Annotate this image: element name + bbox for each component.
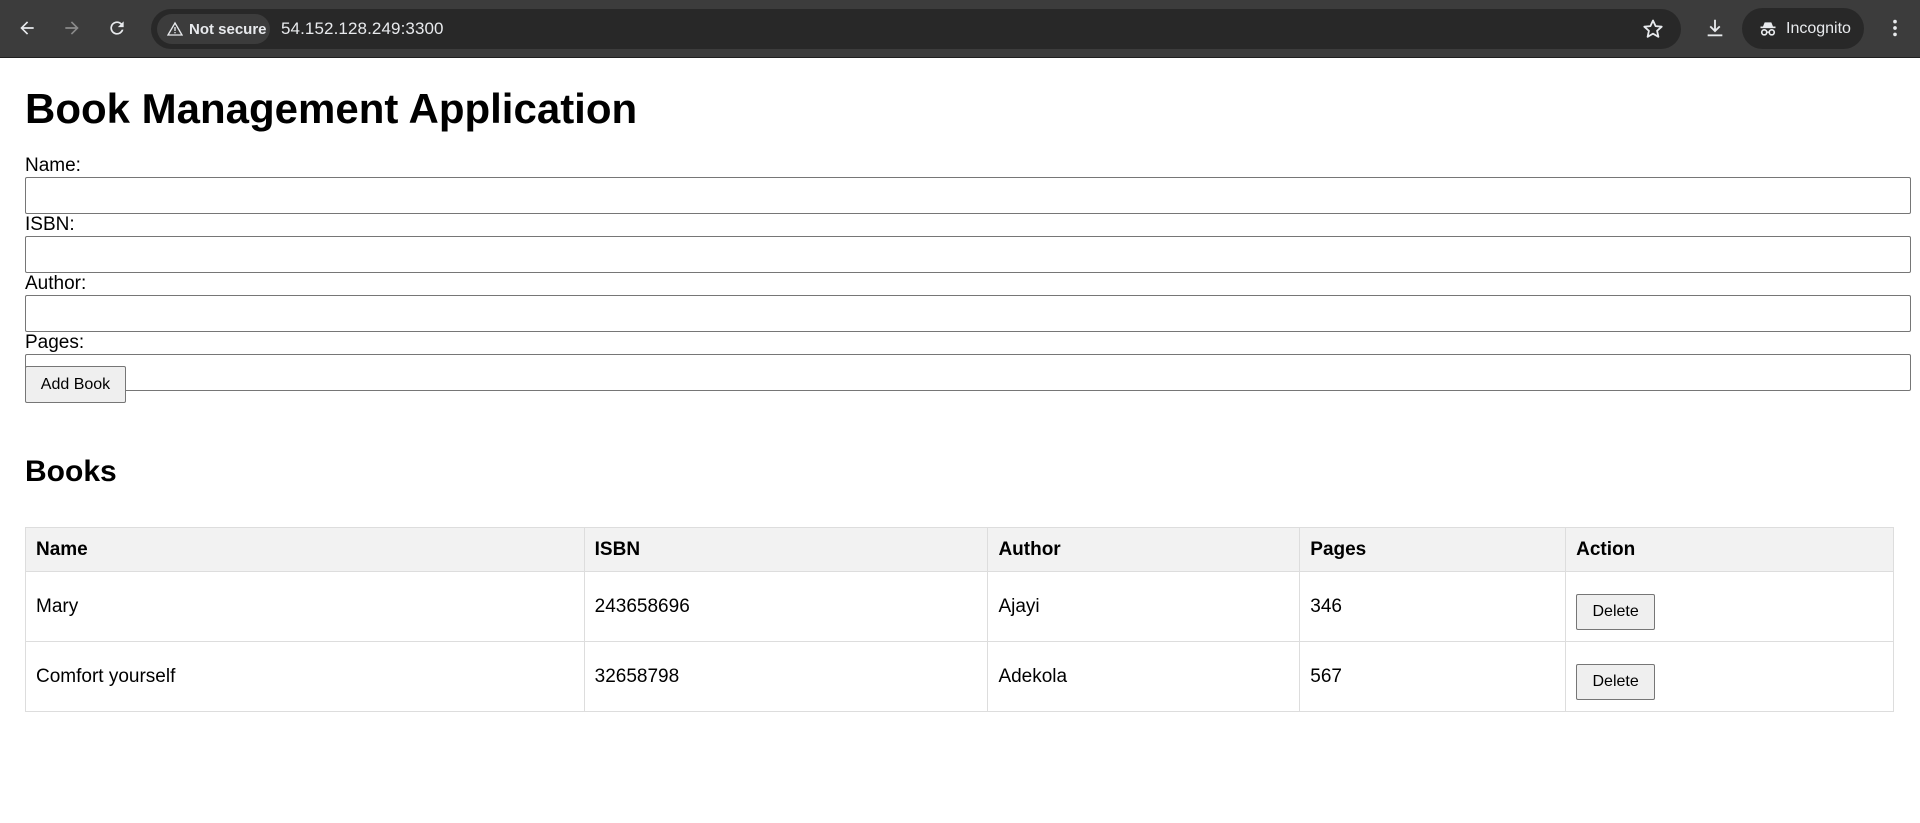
delete-button[interactable]: Delete <box>1576 663 1656 700</box>
incognito-indicator[interactable]: Incognito <box>1742 8 1864 49</box>
reload-icon <box>110 21 124 35</box>
name-label: Name: <box>25 155 81 176</box>
book-action-cell: Delete <box>1565 641 1894 712</box>
column-header-name: Name <box>25 527 585 572</box>
downloads-button[interactable] <box>1700 13 1730 43</box>
browser-toolbar: Not secure 54.152.128.249:3300 Incognito <box>0 0 1920 58</box>
url-text[interactable]: 54.152.128.249:3300 <box>281 19 444 39</box>
book-author-cell: Adekola <box>987 641 1301 712</box>
pages-field-group: Pages: <box>25 332 1911 391</box>
page-title: Book Management Application <box>25 85 638 132</box>
author-field-group: Author: <box>25 273 1911 332</box>
more-vertical-icon <box>1893 19 1897 37</box>
forward-button[interactable] <box>57 13 87 43</box>
book-name-cell: Mary <box>25 571 585 642</box>
isbn-label: ISBN: <box>25 214 75 235</box>
incognito-icon <box>1760 21 1776 36</box>
pages-input[interactable] <box>25 354 1911 391</box>
book-isbn-cell: 32658798 <box>583 641 989 712</box>
security-indicator[interactable]: Not secure <box>157 14 270 44</box>
warning-icon <box>167 21 183 36</box>
download-icon <box>1707 19 1723 37</box>
address-bar[interactable]: Not secure 54.152.128.249:3300 <box>151 9 1681 49</box>
name-input[interactable] <box>25 177 1911 214</box>
add-book-form: Name: ISBN: Author: Pages: <box>25 155 1911 391</box>
pages-label: Pages: <box>25 332 85 353</box>
add-book-button[interactable]: Add Book <box>25 366 126 403</box>
back-button[interactable] <box>12 13 42 43</box>
star-icon <box>1643 19 1663 38</box>
column-header-pages: Pages <box>1299 527 1567 572</box>
arrow-right-icon <box>65 21 79 35</box>
security-label: Not secure <box>189 20 267 38</box>
book-isbn-cell: 243658696 <box>583 571 989 642</box>
book-action-cell: Delete <box>1565 571 1894 642</box>
book-pages-cell: 567 <box>1299 641 1567 712</box>
delete-button[interactable]: Delete <box>1576 593 1656 630</box>
table-row: Comfort yourself 32658798 Adekola 567 De… <box>25 641 1894 712</box>
book-name-cell: Comfort yourself <box>25 641 585 712</box>
isbn-input[interactable] <box>25 236 1911 273</box>
table-row: Mary 243658696 Ajayi 346 Delete <box>25 571 1894 642</box>
browser-chrome: Not secure 54.152.128.249:3300 Incognito <box>0 0 1920 58</box>
column-header-isbn: ISBN <box>583 527 989 572</box>
column-header-author: Author <box>987 527 1301 572</box>
reload-button[interactable] <box>102 13 132 43</box>
name-field-group: Name: <box>25 155 1911 214</box>
browser-menu-button[interactable] <box>1880 13 1910 43</box>
author-input[interactable] <box>25 295 1911 332</box>
incognito-label: Incognito <box>1786 19 1851 37</box>
arrow-left-icon <box>20 21 34 35</box>
table-header-row: Name ISBN Author Pages Action <box>25 527 1894 572</box>
book-pages-cell: 346 <box>1299 571 1567 642</box>
books-table: Name ISBN Author Pages Action Mary 24365… <box>25 527 1894 712</box>
column-header-action: Action <box>1565 527 1894 572</box>
author-label: Author: <box>25 273 87 294</box>
bookmark-button[interactable] <box>1641 17 1665 41</box>
isbn-field-group: ISBN: <box>25 214 1911 273</box>
book-author-cell: Ajayi <box>987 571 1301 642</box>
books-heading: Books <box>25 455 117 488</box>
